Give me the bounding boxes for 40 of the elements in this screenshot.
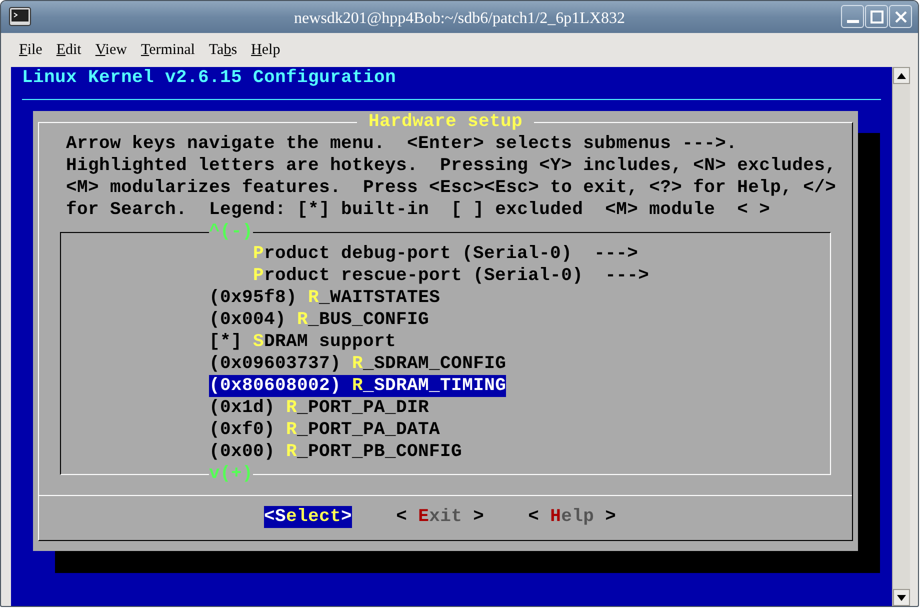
close-button[interactable] [889, 5, 912, 28]
dialog-button[interactable]: <Select> [264, 506, 352, 528]
scrollbar[interactable] [892, 67, 910, 606]
help-text-line: Arrow keys navigate the menu. <Enter> selects submenus --->. [66, 133, 738, 155]
scroll-down-marker: v(+) [209, 463, 254, 485]
menu-item[interactable]: Help [244, 38, 288, 62]
config-option[interactable]: (0x09603737) R_SDRAM_CONFIG [209, 353, 506, 375]
menu-item[interactable]: View [88, 38, 134, 62]
menu-item[interactable]: File [12, 38, 50, 62]
dialog-button[interactable]: < Exit > [396, 506, 484, 528]
help-text-line: for Search. Legend: [*] built-in [ ] excluded <M> module < > [66, 199, 770, 221]
config-option[interactable]: (0x95f8) R_WAITSTATES [209, 287, 440, 309]
terminal-icon [9, 7, 31, 26]
maximize-icon [870, 10, 884, 24]
config-option[interactable]: (0x1d) R_PORT_PA_DIR [209, 397, 430, 419]
menu-item[interactable]: Tabs [202, 38, 244, 62]
scroll-up-marker: ^(-) [209, 221, 254, 243]
minimize-button[interactable] [841, 5, 864, 28]
minimize-icon [846, 20, 858, 22]
help-text-line: <M> modularizes features. Press <Esc><Esc> to exit, <?> for Help, </> [66, 177, 836, 199]
close-icon [894, 10, 908, 24]
dialog-title: Hardware setup [357, 111, 534, 133]
menu-item[interactable]: Terminal [134, 38, 202, 62]
down-arrow-icon [897, 594, 906, 600]
menu-item[interactable]: Edit [49, 38, 88, 62]
config-title: Linux Kernel v2.6.15 Configuration [22, 67, 396, 89]
scroll-down-button[interactable] [893, 589, 910, 606]
config-option[interactable]: Product rescue-port (Serial-0) ---> [253, 265, 650, 287]
up-arrow-icon [897, 72, 906, 78]
config-option[interactable]: (0x004) R_BUS_CONFIG [209, 309, 430, 331]
help-text-line: Highlighted letters are hotkeys. Pressing <Y> includes, <N> excludes, [66, 155, 836, 177]
maximize-button[interactable] [865, 5, 888, 28]
config-option[interactable]: Product debug-port (Serial-0) ---> [253, 243, 638, 265]
window-title: newsdk201@hpp4Bob:~/sdb6/patch1/2_6p1LX832 [294, 9, 625, 29]
config-option[interactable]: (0xf0) R_PORT_PA_DATA [209, 419, 440, 441]
dialog-button[interactable]: < Help > [528, 506, 616, 528]
config-option[interactable]: (0x00) R_PORT_PB_CONFIG [209, 441, 462, 463]
config-option[interactable]: (0x80608002) R_SDRAM_TIMING [209, 375, 506, 397]
scroll-up-button[interactable] [893, 67, 910, 84]
config-option[interactable]: [*] SDRAM support [209, 331, 396, 353]
